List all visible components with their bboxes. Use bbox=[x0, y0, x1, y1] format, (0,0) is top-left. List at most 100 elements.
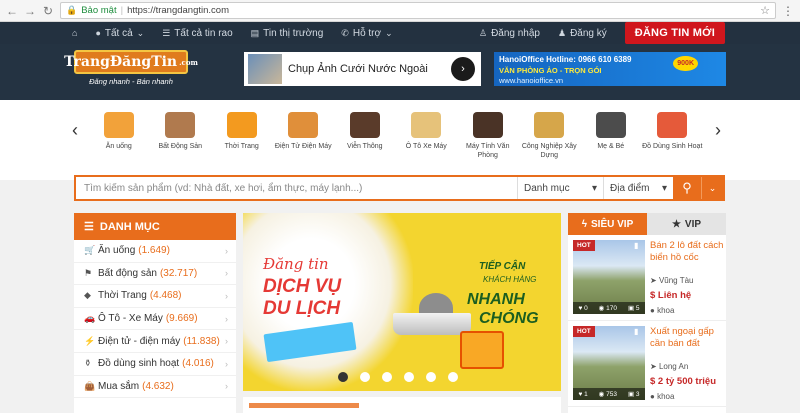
nav-all-listings[interactable]: ☰ Tất cả tin rao bbox=[162, 28, 232, 39]
search-options-toggle[interactable]: ⌄ bbox=[701, 177, 723, 199]
promo-banner[interactable]: Đăng tin DỊCH VỤ DU LỊCH TIẾP CẬN KHÁCH … bbox=[243, 213, 561, 391]
sidebar-item-label: Ô Tô - Xe Máy bbox=[98, 313, 163, 325]
section-heading-bar bbox=[249, 403, 359, 408]
search-icon: ⚲ bbox=[682, 180, 692, 195]
carousel-dot[interactable] bbox=[404, 372, 414, 382]
suitcase-illustration bbox=[460, 331, 504, 369]
listing-stats: ♥ 1 ◉ 753 ▣ 3 bbox=[573, 388, 645, 400]
photo-count: ▣ 5 bbox=[628, 304, 640, 312]
category-item[interactable]: Ăn uống bbox=[88, 112, 150, 160]
category-item[interactable]: Đồ Dùng Sinh Hoạt bbox=[642, 112, 704, 160]
worker-icon bbox=[534, 112, 565, 138]
location-select[interactable]: Địa điểm ▾ bbox=[603, 177, 673, 199]
top-nav: ⌂ ● Tất cả ⌄ ☰ Tất cả tin rao ▤ Tin thị … bbox=[0, 22, 800, 44]
vip-listings: ϟ SIÊU VIP ★ VIP HOT ▮ ♥ 0 ◉ 170 ▣ 5 Bán 2 lô… bbox=[568, 213, 726, 413]
tab-vip[interactable]: ★ VIP bbox=[647, 213, 726, 235]
listing-title[interactable]: Xuất ngoại gấp cần bán đất bbox=[650, 326, 724, 350]
search-input[interactable]: Tìm kiếm sản phẩm (vd: Nhà đất, xe hơi, … bbox=[76, 177, 517, 199]
forward-icon[interactable]: → bbox=[24, 4, 36, 18]
sidebar-header: ☰ DANH MỤC bbox=[74, 213, 236, 240]
user-value: khoa bbox=[657, 392, 675, 401]
bookmark-icon[interactable]: ▮ bbox=[634, 327, 638, 336]
sidebar-item[interactable]: ◆ Thời Trang (4.468) › bbox=[74, 285, 236, 308]
chevron-left-icon[interactable]: ‹ bbox=[72, 120, 78, 141]
carousel-dot[interactable] bbox=[338, 372, 348, 382]
listing-title[interactable]: Bán 2 lô đất cách biển hồ cốc bbox=[650, 240, 724, 264]
category-item[interactable]: Công Nghiệp Xây Dựng bbox=[519, 112, 581, 160]
sidebar-item[interactable]: ⚡ Điện tử - điện máy (11.838) › bbox=[74, 330, 236, 353]
listing-card[interactable]: HOT ▮ ♥ 0 ◉ 170 ▣ 5 Bán 2 lô đất cách biển hồ… bbox=[568, 235, 726, 321]
nav-market-news[interactable]: ▤ Tin thị trường bbox=[251, 28, 324, 39]
cooler-icon bbox=[657, 112, 688, 138]
chevron-right-icon: › bbox=[225, 381, 228, 392]
browser-menu-icon[interactable]: ⋮ bbox=[782, 4, 794, 18]
register-link[interactable]: ♟ Đăng ký bbox=[558, 28, 607, 39]
tab-super-vip[interactable]: ϟ SIÊU VIP bbox=[568, 213, 647, 235]
category-label: Thời Trang bbox=[224, 143, 259, 150]
sidebar-list: 🛒 Ăn uống (1.649) › ⚑ Bất động sản (32.717) › ◆ T… bbox=[74, 240, 236, 399]
category-item[interactable]: Điện Tử Điện Máy bbox=[273, 112, 335, 160]
search-button[interactable]: ⚲ bbox=[673, 177, 701, 199]
category-list: Ăn uống Bất Động Sản Thời Trang Điện Tử Điệ… bbox=[88, 112, 703, 160]
carousel-dot[interactable] bbox=[426, 372, 436, 382]
like-count: ♥ 0 bbox=[578, 305, 587, 312]
nav-support[interactable]: ✆ Hỗ trợ ⌄ bbox=[341, 28, 392, 39]
carousel-dot[interactable] bbox=[360, 372, 370, 382]
drink-icon bbox=[103, 112, 134, 138]
chevron-down-icon: ⌄ bbox=[136, 27, 145, 38]
bookmark-icon[interactable]: ▮ bbox=[634, 241, 638, 250]
back-icon[interactable]: ← bbox=[6, 4, 18, 18]
login-label: Đăng nhập bbox=[491, 27, 540, 39]
nav-home[interactable]: ⌂ bbox=[72, 28, 77, 38]
category-item[interactable]: Thời Trang bbox=[211, 112, 273, 160]
nav-label: Hỗ trợ bbox=[352, 27, 382, 39]
category-select[interactable]: Danh mục ▾ bbox=[517, 177, 603, 199]
chevron-right-icon: › bbox=[225, 268, 228, 279]
sidebar-item[interactable]: 🛒 Ăn uống (1.649) › bbox=[74, 240, 236, 263]
chevron-right-icon[interactable]: › bbox=[451, 57, 475, 81]
category-label: Công Nghiệp Xây Dựng bbox=[521, 143, 577, 160]
location-value: Vũng Tàu bbox=[658, 276, 694, 285]
sidebar-item[interactable]: 👜 Mua sắm (4.632) › bbox=[74, 376, 236, 399]
photo-count: ▣ 3 bbox=[628, 390, 640, 398]
camera-icon: ▣ bbox=[627, 391, 635, 398]
reload-icon[interactable]: ↻ bbox=[42, 4, 54, 18]
carousel-dots bbox=[338, 372, 458, 382]
sidebar-item[interactable]: 🚗 Ô Tô - Xe Máy (9.669) › bbox=[74, 308, 236, 331]
site-logo[interactable]: TrangĐăngTin .com Đăng nhanh - Bán nhanh bbox=[64, 50, 198, 92]
nav-all-locations[interactable]: ● Tất cả ⌄ bbox=[95, 28, 144, 39]
washing-machine-icon bbox=[288, 112, 319, 138]
carousel-dot[interactable] bbox=[448, 372, 458, 382]
login-link[interactable]: ♙ Đăng nhập bbox=[479, 28, 540, 39]
phone-device-icon bbox=[349, 112, 380, 138]
photos-value: 3 bbox=[635, 391, 640, 398]
hanoioffice-ad[interactable]: HanoiOffice Hotline: 0966 610 6389 VĂN P… bbox=[494, 52, 726, 86]
post-new-listing-button[interactable]: ĐĂNG TIN MỚI bbox=[624, 22, 725, 44]
carousel-dot[interactable] bbox=[382, 372, 392, 382]
logo-text: TrangĐăngTin bbox=[64, 54, 178, 70]
listing-user[interactable]: ● khoa bbox=[650, 392, 674, 401]
account-links: ♙ Đăng nhập ♟ Đăng ký ĐĂNG TIN MỚI bbox=[479, 22, 800, 44]
category-item[interactable]: Máy Tính Văn Phòng bbox=[457, 112, 519, 160]
phone-icon: ✆ bbox=[341, 27, 349, 38]
listing-card[interactable]: HOT ▮ ♥ 1 ◉ 753 ▣ 3 Xuất ngoại gấp cần bán đấ… bbox=[568, 321, 726, 407]
bookmark-star-icon[interactable]: ☆ bbox=[760, 4, 770, 17]
address-bar[interactable]: 🔒 Bảo mật | https://trangdangtin.com ☆ bbox=[60, 2, 776, 19]
wedding-photo-ad[interactable]: Chụp Ảnh Cưới Nước Ngoài › bbox=[244, 52, 481, 86]
signpost-icon: ⚑ bbox=[84, 267, 93, 278]
caret-down-icon: ▾ bbox=[591, 182, 597, 194]
sidebar-item-count: (32.717) bbox=[159, 267, 198, 279]
listing-user[interactable]: ● khoa bbox=[650, 306, 674, 315]
sidebar-item[interactable]: ⚑ Bất động sản (32.717) › bbox=[74, 263, 236, 286]
user-icon: ♙ bbox=[478, 27, 488, 38]
sidebar-item-count: (4.016) bbox=[182, 358, 214, 370]
chevron-right-icon[interactable]: › bbox=[715, 120, 721, 141]
location-arrow-icon: ➤ bbox=[650, 276, 659, 285]
category-item[interactable]: Viễn Thông bbox=[334, 112, 396, 160]
category-item[interactable]: Bất Động Sản bbox=[150, 112, 212, 160]
category-label: Máy Tính Văn Phòng bbox=[466, 143, 510, 160]
category-item[interactable]: Mẹ & Bé bbox=[580, 112, 642, 160]
category-item[interactable]: Ô Tô Xe Máy bbox=[396, 112, 458, 160]
chevron-right-icon: › bbox=[225, 290, 228, 301]
sidebar-item[interactable]: ⚱ Đồ dùng sinh hoạt (4.016) › bbox=[74, 353, 236, 376]
